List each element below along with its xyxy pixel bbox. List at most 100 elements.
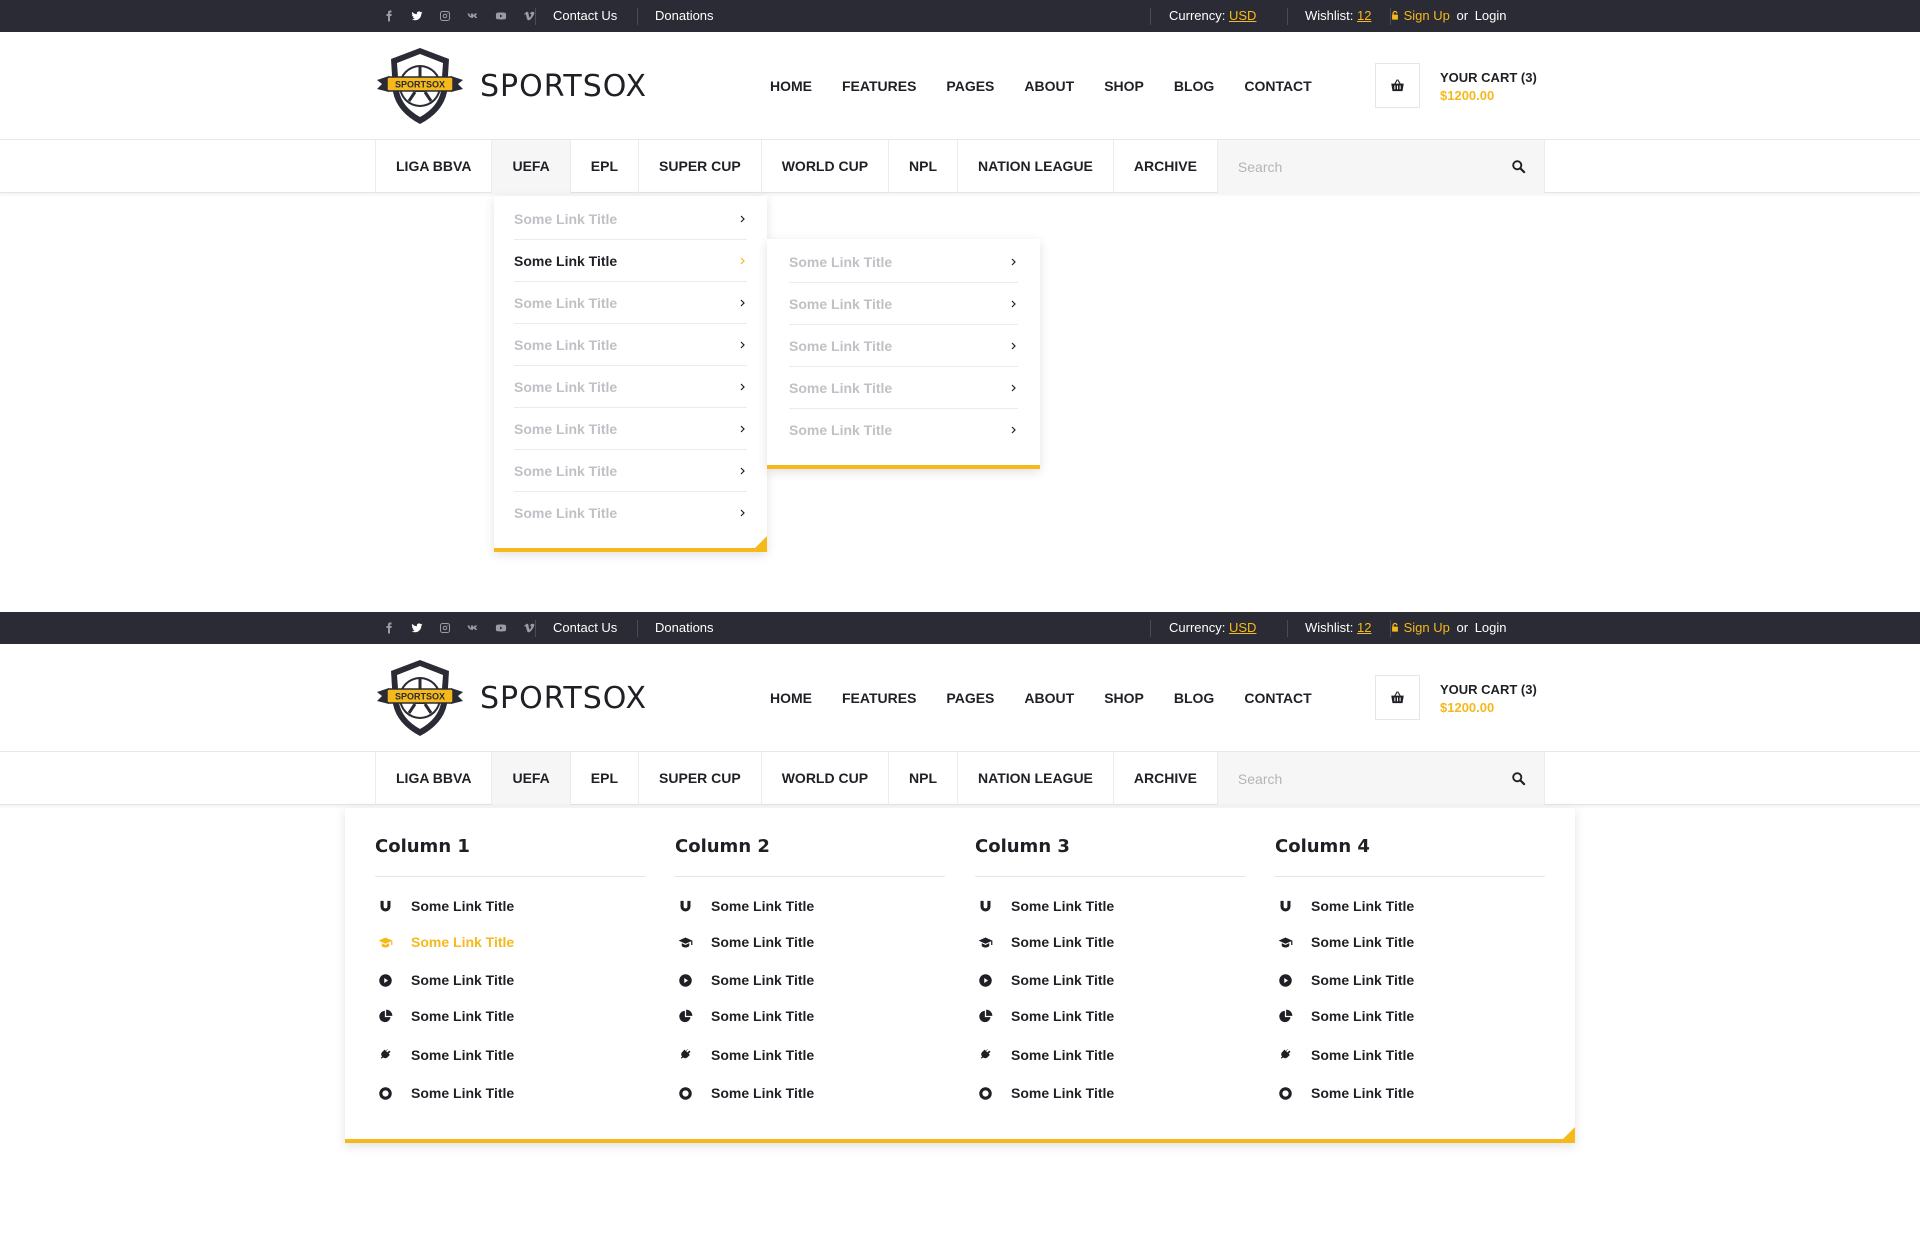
wishlist-count[interactable]: 12 xyxy=(1357,8,1371,23)
search-icon[interactable] xyxy=(1511,159,1526,174)
nav-features[interactable]: FEATURES xyxy=(842,690,916,706)
category-world-cup[interactable]: WORLD CUP xyxy=(762,140,890,193)
mega-link-item[interactable]: Some Link Title xyxy=(975,1004,1245,1028)
vk-icon[interactable] xyxy=(459,612,487,644)
dropdown-item[interactable]: Some Link Title xyxy=(514,366,747,408)
search-icon[interactable] xyxy=(1511,771,1526,786)
sign-up-link[interactable]: Sign Up xyxy=(1404,620,1450,635)
mega-link-item[interactable]: Some Link Title xyxy=(675,1081,945,1105)
currency-selector[interactable]: USD xyxy=(1229,8,1256,23)
twitter-icon[interactable] xyxy=(403,612,431,644)
category-epl[interactable]: EPL xyxy=(571,140,640,193)
mega-link-item[interactable]: Some Link Title xyxy=(375,930,645,954)
mega-link-item[interactable]: Some Link Title xyxy=(1275,968,1545,992)
category-npl[interactable]: NPL xyxy=(889,140,959,193)
twitter-icon[interactable] xyxy=(403,0,431,32)
nav-shop[interactable]: SHOP xyxy=(1104,690,1144,706)
nav-about[interactable]: ABOUT xyxy=(1024,78,1074,94)
contact-us-link[interactable]: Contact Us xyxy=(553,0,617,32)
mega-link-item[interactable]: Some Link Title xyxy=(1275,1043,1545,1067)
cart-button[interactable] xyxy=(1375,675,1420,720)
dropdown-item[interactable]: Some Link Title xyxy=(514,408,747,450)
dropdown-item[interactable]: Some Link Title xyxy=(514,282,747,324)
mega-link-item[interactable]: Some Link Title xyxy=(975,968,1245,992)
cart-title[interactable]: YOUR CART (3) xyxy=(1440,682,1537,697)
mega-link-item[interactable]: Some Link Title xyxy=(675,1043,945,1067)
sportsox-logo[interactable]: SPORTSOX xyxy=(375,46,465,126)
nav-blog[interactable]: BLOG xyxy=(1174,78,1214,94)
nav-about[interactable]: ABOUT xyxy=(1024,690,1074,706)
category-nation-league[interactable]: NATION LEAGUE xyxy=(958,140,1114,193)
nav-home[interactable]: HOME xyxy=(770,690,812,706)
search-input[interactable] xyxy=(1217,140,1544,193)
vimeo-icon[interactable] xyxy=(515,0,543,32)
category-epl[interactable]: EPL xyxy=(571,752,640,805)
facebook-icon[interactable] xyxy=(375,0,403,32)
nav-pages[interactable]: PAGES xyxy=(946,78,994,94)
category-liga-bbva[interactable]: LIGA BBVA xyxy=(376,140,493,193)
facebook-icon[interactable] xyxy=(375,612,403,644)
mega-link-item[interactable]: Some Link Title xyxy=(1275,1004,1545,1028)
submenu-item[interactable]: Some Link Title xyxy=(789,409,1018,451)
mega-link-item[interactable]: Some Link Title xyxy=(975,930,1245,954)
nav-blog[interactable]: BLOG xyxy=(1174,690,1214,706)
login-link[interactable]: Login xyxy=(1475,8,1507,23)
dropdown-item[interactable]: Some Link Title xyxy=(514,492,747,534)
mega-link-item[interactable]: Some Link Title xyxy=(975,1043,1245,1067)
mega-link-item[interactable]: Some Link Title xyxy=(675,894,945,918)
vimeo-icon[interactable] xyxy=(515,612,543,644)
category-liga-bbva[interactable]: LIGA BBVA xyxy=(376,752,493,805)
mega-link-item[interactable]: Some Link Title xyxy=(975,894,1245,918)
nav-shop[interactable]: SHOP xyxy=(1104,78,1144,94)
category-archive[interactable]: ARCHIVE xyxy=(1114,140,1218,193)
brand-name[interactable]: SPORTSOX xyxy=(480,681,647,716)
donations-link[interactable]: Donations xyxy=(655,612,714,644)
youtube-icon[interactable] xyxy=(487,0,515,32)
contact-us-link[interactable]: Contact Us xyxy=(553,612,617,644)
mega-link-item[interactable]: Some Link Title xyxy=(975,1081,1245,1105)
sign-up-link[interactable]: Sign Up xyxy=(1404,8,1450,23)
nav-contact[interactable]: CONTACT xyxy=(1244,690,1311,706)
donations-link[interactable]: Donations xyxy=(655,0,714,32)
login-link[interactable]: Login xyxy=(1475,620,1507,635)
category-archive[interactable]: ARCHIVE xyxy=(1114,752,1218,805)
category-npl[interactable]: NPL xyxy=(889,752,959,805)
mega-link-item[interactable]: Some Link Title xyxy=(375,1004,645,1028)
instagram-icon[interactable] xyxy=(431,0,459,32)
nav-pages[interactable]: PAGES xyxy=(946,690,994,706)
dropdown-item-active[interactable]: Some Link Title xyxy=(514,240,747,282)
category-super-cup[interactable]: SUPER CUP xyxy=(639,752,762,805)
vk-icon[interactable] xyxy=(459,0,487,32)
mega-link-item[interactable]: Some Link Title xyxy=(1275,1081,1545,1105)
mega-link-item[interactable]: Some Link Title xyxy=(675,1004,945,1028)
mega-link-item[interactable]: Some Link Title xyxy=(675,930,945,954)
category-uefa[interactable]: UEFA xyxy=(492,140,571,193)
dropdown-item[interactable]: Some Link Title xyxy=(514,198,747,240)
cart-title[interactable]: YOUR CART (3) xyxy=(1440,70,1537,85)
dropdown-item[interactable]: Some Link Title xyxy=(514,324,747,366)
category-uefa[interactable]: UEFA xyxy=(492,752,571,805)
instagram-icon[interactable] xyxy=(431,612,459,644)
category-world-cup[interactable]: WORLD CUP xyxy=(762,752,890,805)
mega-link-item[interactable]: Some Link Title xyxy=(675,968,945,992)
youtube-icon[interactable] xyxy=(487,612,515,644)
submenu-item[interactable]: Some Link Title xyxy=(789,325,1018,367)
submenu-item[interactable]: Some Link Title xyxy=(789,241,1018,283)
mega-link-item[interactable]: Some Link Title xyxy=(1275,930,1545,954)
mega-link-item[interactable]: Some Link Title xyxy=(375,894,645,918)
mega-link-item[interactable]: Some Link Title xyxy=(375,1043,645,1067)
nav-features[interactable]: FEATURES xyxy=(842,78,916,94)
sportsox-logo[interactable]: SPORTSOX xyxy=(375,658,465,738)
cart-button[interactable] xyxy=(1375,63,1420,108)
category-nation-league[interactable]: NATION LEAGUE xyxy=(958,752,1114,805)
mega-link-item[interactable]: Some Link Title xyxy=(375,968,645,992)
submenu-item[interactable]: Some Link Title xyxy=(789,283,1018,325)
brand-name[interactable]: SPORTSOX xyxy=(480,69,647,104)
nav-home[interactable]: HOME xyxy=(770,78,812,94)
search-input[interactable] xyxy=(1217,752,1544,805)
dropdown-item[interactable]: Some Link Title xyxy=(514,450,747,492)
submenu-item[interactable]: Some Link Title xyxy=(789,367,1018,409)
category-super-cup[interactable]: SUPER CUP xyxy=(639,140,762,193)
mega-link-item[interactable]: Some Link Title xyxy=(375,1081,645,1105)
nav-contact[interactable]: CONTACT xyxy=(1244,78,1311,94)
